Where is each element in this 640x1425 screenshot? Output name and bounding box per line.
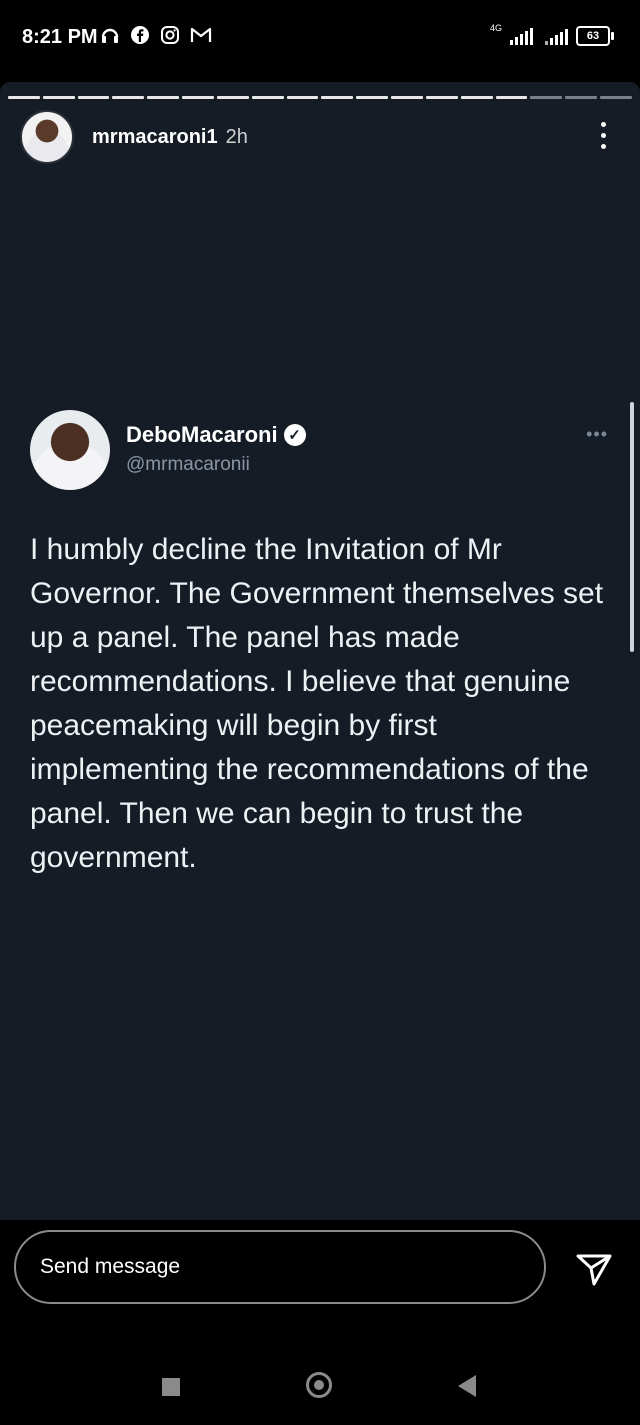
signal-icon-2 bbox=[545, 27, 568, 45]
status-bar: 8:21 PM 4G 63 bbox=[0, 0, 640, 78]
progress-segment bbox=[460, 96, 493, 99]
story-user-line: mrmacaroni1 2h bbox=[92, 126, 248, 149]
scroll-indicator bbox=[630, 402, 634, 652]
story-header: mrmacaroni1 2h bbox=[20, 110, 620, 166]
progress-segment bbox=[77, 96, 110, 99]
back-button[interactable] bbox=[458, 1375, 476, 1397]
reply-bar: Send message bbox=[0, 1220, 640, 1330]
progress-segment bbox=[356, 96, 389, 99]
verified-badge-icon: ✓ bbox=[283, 424, 306, 446]
more-options-icon[interactable] bbox=[601, 122, 606, 149]
tweet-more-icon: ••• bbox=[586, 424, 608, 444]
headphones-icon bbox=[101, 28, 119, 43]
story-viewer[interactable]: mrmacaroni1 2h DeboMacaroni ✓ @mrmacaroni… bbox=[0, 82, 640, 1220]
instagram-icon bbox=[161, 26, 179, 44]
progress-segment bbox=[600, 96, 632, 99]
tweet-display-name: DeboMacaroni bbox=[126, 422, 278, 447]
progress-segment bbox=[321, 96, 354, 99]
progress-segment bbox=[495, 96, 528, 99]
gmail-icon bbox=[190, 27, 212, 42]
recents-button[interactable] bbox=[162, 1378, 180, 1396]
progress-segment bbox=[8, 96, 40, 99]
network-type: 4G bbox=[489, 23, 502, 33]
tweet-text: I humbly decline the Invitation of Mr Go… bbox=[30, 533, 604, 874]
system-icons: 4G 63 bbox=[489, 23, 614, 46]
facebook-icon bbox=[131, 26, 149, 44]
progress-segment bbox=[391, 96, 423, 99]
progress-segment bbox=[147, 96, 180, 99]
story-time-ago: 2h bbox=[225, 126, 248, 148]
progress-segment bbox=[425, 96, 458, 99]
signal-icon bbox=[510, 27, 533, 45]
system-navigation-bar bbox=[0, 1330, 640, 1425]
tweet-handle: @mrmacaronii bbox=[126, 454, 250, 475]
progress-segment bbox=[42, 96, 75, 99]
story-avatar[interactable] bbox=[20, 110, 74, 164]
status-time: 8:21 PM bbox=[22, 26, 98, 48]
tweet-author: DeboMacaroni ✓ bbox=[126, 422, 306, 448]
story-username[interactable]: mrmacaroni1 bbox=[92, 126, 218, 148]
progress-segment bbox=[216, 96, 249, 99]
notification-icons bbox=[100, 25, 212, 45]
home-button[interactable] bbox=[306, 1372, 332, 1398]
send-icon[interactable] bbox=[574, 1248, 614, 1288]
progress-segment bbox=[565, 96, 598, 99]
progress-segment bbox=[251, 96, 284, 99]
battery-icon: 63 bbox=[576, 26, 614, 46]
tweet-avatar bbox=[30, 410, 110, 490]
progress-segment bbox=[182, 96, 214, 99]
progress-segment bbox=[112, 96, 145, 99]
progress-segment bbox=[530, 96, 563, 99]
send-message-input[interactable]: Send message bbox=[14, 1230, 546, 1304]
progress-segment bbox=[286, 96, 319, 99]
story-progress-bar bbox=[8, 96, 632, 99]
